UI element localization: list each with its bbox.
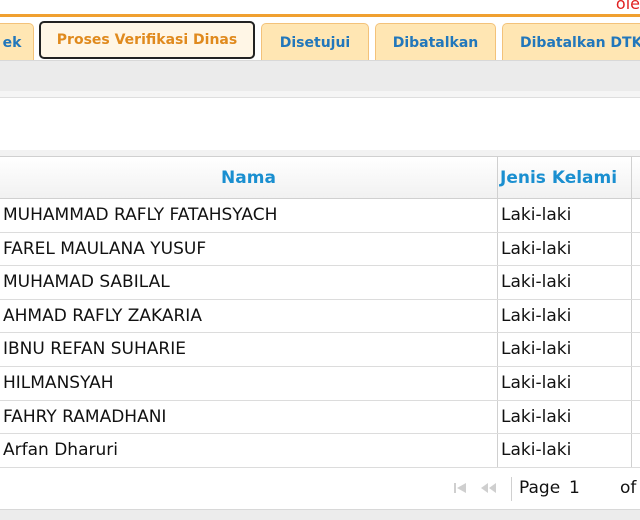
cell-jenis-kelamin: Laki-laki [501,372,572,393]
pager-separator [511,477,512,501]
tab-dibatalkan[interactable]: Dibatalkan [375,23,496,63]
cell-nama: FAREL MAULANA YUSUF [3,238,207,259]
column-header-jenis-kelamin[interactable]: Jenis Kelami [498,157,632,199]
cell-jenis-kelamin: Laki-laki [501,272,572,293]
table-row[interactable]: MUHAMMAD RAFLY FATAHSYACH Laki-laki [0,199,640,233]
column-divider [497,333,498,366]
pagination-bar: Page 1 of [0,469,640,509]
cell-jenis-kelamin: Laki-laki [501,339,572,360]
table-row[interactable]: MUHAMAD SABILAL Laki-laki [0,266,640,300]
grid-header: Nama Jenis Kelami [0,156,640,199]
page-number-input[interactable]: 1 [569,478,580,498]
column-divider [631,366,632,400]
cell-jenis-kelamin: Laki-laki [501,305,572,326]
table-row[interactable]: AHMAD RAFLY ZAKARIA Laki-laki [0,299,640,334]
column-divider [497,400,498,434]
column-divider [631,199,632,232]
table-row[interactable]: FAREL MAULANA YUSUF Laki-laki [0,232,640,267]
column-divider [631,157,632,198]
column-divider [631,400,632,434]
cell-jenis-kelamin: Laki-laki [501,205,572,225]
column-divider [497,299,498,333]
column-divider [497,366,498,400]
column-divider [497,199,498,232]
column-divider [497,232,498,266]
column-divider [497,434,498,467]
column-divider [631,299,632,333]
cell-jenis-kelamin: Laki-laki [501,238,572,259]
page-of-label: of [620,478,637,498]
cell-jenis-kelamin: Laki-laki [501,440,572,461]
cell-nama: MUHAMAD SABILAL [3,272,170,293]
filter-panel [0,97,640,151]
cell-nama: AHMAD RAFLY ZAKARIA [3,305,202,326]
cell-nama: HILMANSYAH [3,372,114,393]
table-row[interactable]: HILMANSYAH Laki-laki [0,366,640,401]
bottom-strip [0,509,640,520]
page-label: Page [519,478,561,498]
cell-nama: Arfan Dharuri [3,440,118,461]
tab-dibatalkan-dtk[interactable]: Dibatalkan DTK [502,23,640,63]
column-header-nama[interactable]: Nama [0,157,497,199]
data-grid: Nama Jenis Kelami MUHAMMAD RAFLY FATAHSY… [0,156,640,468]
tab-proses-verifikasi-dinas[interactable]: Proses Verifikasi Dinas [39,21,255,59]
cell-jenis-kelamin: Laki-laki [501,406,572,427]
tab-ek[interactable]: ek [0,23,34,63]
cell-nama: MUHAMMAD RAFLY FATAHSYACH [3,205,278,225]
column-divider [631,232,632,266]
table-row[interactable]: FAHRY RAMADHANI Laki-laki [0,400,640,435]
corner-text: ole [615,0,640,13]
column-divider [631,266,632,299]
cell-nama: FAHRY RAMADHANI [3,406,167,427]
table-row[interactable]: Arfan Dharuri Laki-laki [0,434,640,468]
first-page-icon[interactable] [454,483,468,496]
column-divider [631,434,632,467]
toolbar [0,60,640,92]
tab-bar: ek Proses Verifikasi Dinas Disetujui Dib… [0,14,640,63]
prev-page-icon[interactable] [481,483,497,496]
table-row[interactable]: IBNU REFAN SUHARIE Laki-laki [0,333,640,367]
column-divider [497,266,498,299]
cell-nama: IBNU REFAN SUHARIE [3,339,186,360]
tab-disetujui[interactable]: Disetujui [261,23,369,63]
column-divider [631,333,632,366]
